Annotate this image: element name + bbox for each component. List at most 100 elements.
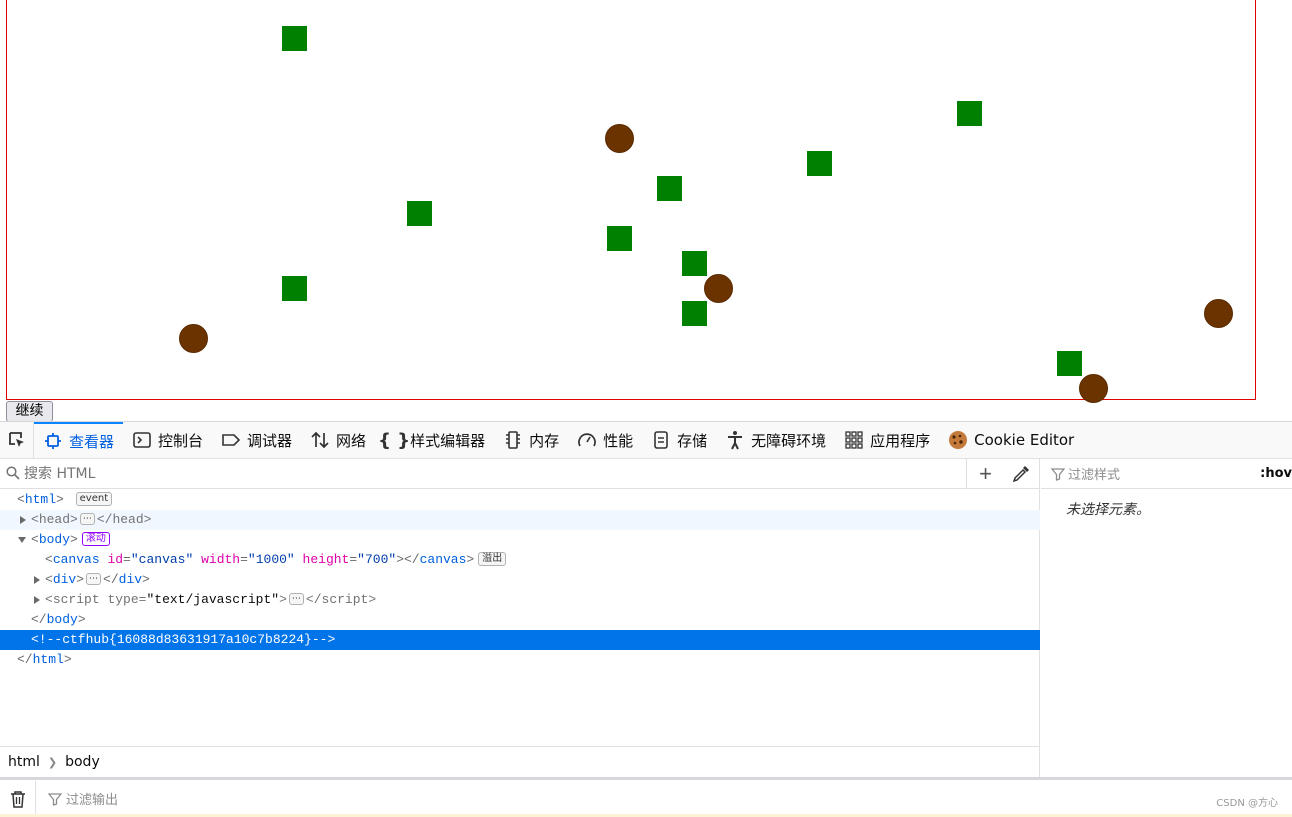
tree-row-html[interactable]: <html> event [0,490,1040,510]
tag-name: head [112,512,144,527]
brown-ball [1079,374,1108,403]
game-canvas[interactable] [6,0,1256,403]
attr-name: height [302,552,350,567]
element-picker-icon [8,432,24,447]
tag-name: head [38,512,71,527]
tree-row-script[interactable]: <script type="text/javascript"> ⋯ </script… [0,590,1040,610]
collapsed-ellipsis[interactable]: ⋯ [288,593,304,605]
green-square [957,101,982,126]
markup-view: + <html> event <head>⋯</head> <body>滚动 <… [0,459,1040,777]
search-icon [6,466,20,480]
hover-state-button[interactable]: :hov [1260,459,1292,489]
tag-name: html [32,652,64,667]
tab-console[interactable]: 控制台 [123,422,212,459]
devtools-panel: 查看器 控制台 调试器 网络 { } 样式编辑器 内存 性能 存储 无障碍环境 … [0,421,1292,817]
tree-row-div[interactable]: <div> ⋯ </div> [0,570,1040,590]
tree-row-body-close[interactable]: </body> [0,610,1040,630]
overflow-badge[interactable]: 溢出 [478,552,507,566]
tree-row-body[interactable]: <body> 滚动 [0,530,1040,550]
memory-icon [502,429,524,451]
tag-name: canvas [419,552,467,567]
scroll-badge[interactable]: 滚动 [81,532,110,546]
tab-label: 性能 [603,431,634,450]
tag-name: script [52,592,100,607]
attr-name: type [107,592,139,607]
performance-icon [576,429,598,451]
brown-ball [179,324,208,353]
filter-output-input[interactable]: 过滤输出 [66,789,118,808]
tab-memory[interactable]: 内存 [494,422,568,459]
rules-pane: 过滤样式 :hov 未选择元素。 [1041,459,1292,777]
page-viewport: 继续 [0,0,1292,422]
style-editor-icon: { } [378,429,411,451]
expand-arrow-icon[interactable] [20,516,26,524]
tab-application[interactable]: 应用程序 [835,422,939,459]
network-icon [309,429,331,451]
brown-ball [605,124,634,153]
filter-icon [1051,467,1065,481]
attr-value: "1000" [247,552,295,567]
green-square [682,301,707,326]
filter-icon [48,792,62,806]
attr-value: "text/javascript" [146,592,280,607]
tag-name: script [321,592,369,607]
tag-name: div [52,572,77,587]
collapse-arrow-icon[interactable] [18,537,26,543]
tab-label: Cookie Editor [974,431,1075,449]
eyedropper-button[interactable] [1004,459,1038,489]
dom-tree: <html> event <head> ⋯ </head> <body> 滚动 <ca… [0,490,1040,670]
tab-inspector[interactable]: 查看器 [34,421,124,459]
tab-label: 内存 [529,431,560,450]
tab-label: 控制台 [158,431,204,450]
tag-name: body [38,532,71,547]
plus-icon: + [979,461,992,486]
trash-icon [10,790,25,808]
tag-name: canvas [52,552,100,567]
green-square [657,176,682,201]
green-square [607,226,632,251]
tab-label: 应用程序 [870,431,931,450]
tab-performance[interactable]: 性能 [568,422,642,459]
breadcrumb-item-html[interactable]: html [8,754,40,770]
storage-icon [650,429,672,451]
tree-row-canvas[interactable]: <canvas id="canvas" width="1000" height=… [0,550,1040,570]
eyedropper-icon [1012,466,1029,483]
collapsed-ellipsis[interactable]: ⋯ [86,573,102,585]
accessibility-icon [724,429,746,451]
expand-arrow-icon[interactable] [34,576,40,584]
green-square [282,276,307,301]
application-icon [843,429,865,451]
breadcrumb-item-body[interactable]: body [65,754,100,770]
attr-name: id [107,552,124,567]
tab-debugger[interactable]: 调试器 [212,422,301,459]
tab-network[interactable]: 网络 [301,422,375,459]
tab-label: 网络 [336,431,367,450]
devtools-toolbar: 查看器 控制台 调试器 网络 { } 样式编辑器 内存 性能 存储 无障碍环境 … [0,421,1292,459]
clear-console-button[interactable] [0,780,36,817]
search-bar: + [0,459,1039,489]
brown-ball [704,274,733,303]
search-html-input[interactable] [0,459,900,488]
green-square [282,26,307,51]
tree-row-comment[interactable]: <!--ctfhub{16088d83631917a10c7b8224}--> [0,630,1040,650]
collapsed-ellipsis[interactable]: ⋯ [79,513,95,525]
tab-cookie-editor[interactable]: Cookie Editor [939,422,1083,459]
tab-style-editor[interactable]: { } 样式编辑器 [375,422,494,459]
inspector-icon [42,430,64,452]
event-badge[interactable]: event [75,492,113,506]
add-node-button[interactable]: + [966,459,1004,489]
tree-row-html-close[interactable]: </html> [0,650,1040,670]
console-icon [131,429,153,451]
expand-arrow-icon[interactable] [34,596,40,604]
element-picker-button[interactable] [0,421,34,459]
filter-styles-bar: 过滤样式 :hov [1041,459,1292,489]
no-element-message: 未选择元素。 [1066,502,1150,518]
tag-name: body [46,612,78,627]
tab-accessibility[interactable]: 无障碍环境 [716,422,835,459]
tag-name: html [24,492,57,507]
tab-storage[interactable]: 存储 [642,422,716,459]
continue-button[interactable]: 继续 [6,401,53,422]
filter-styles-input[interactable]: 过滤样式 [1068,464,1120,483]
tree-row-head[interactable]: <head> ⋯ </head> [0,510,1040,530]
attr-value: "canvas" [130,552,194,567]
